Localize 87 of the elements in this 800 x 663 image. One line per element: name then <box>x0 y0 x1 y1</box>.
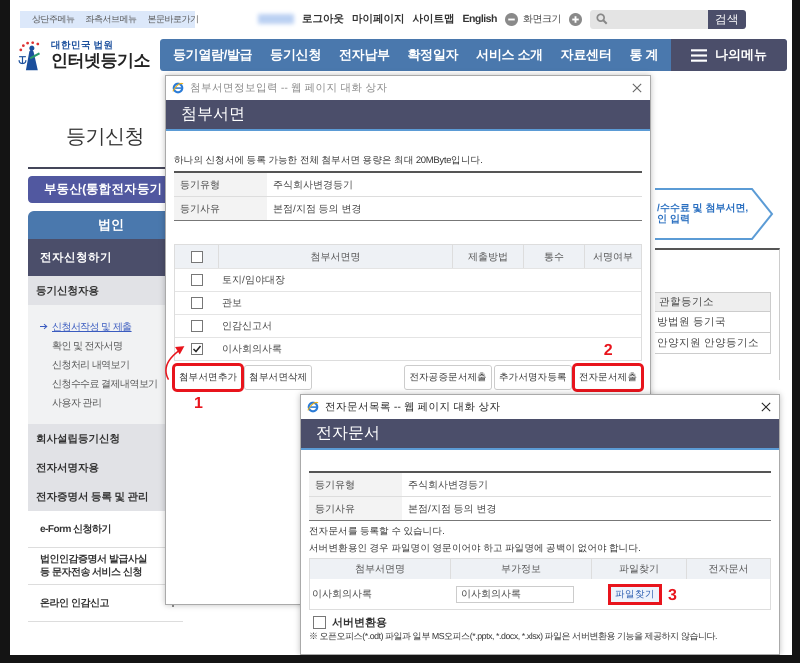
zoom-in-icon[interactable] <box>568 12 582 26</box>
nav-item[interactable]: 서비스 소개 <box>476 46 543 64</box>
step-number: 1 <box>194 396 203 412</box>
step-number: 2 <box>604 343 613 359</box>
logo-subtitle: 대한민국 법원 <box>51 40 115 50</box>
skip-link[interactable]: 본문바로가기 <box>148 12 198 26</box>
column-header: 통수 <box>523 245 584 268</box>
window-title: 첨부서면정보입력 -- 웹 페이지 대화 상자 <box>190 81 389 95</box>
util-link[interactable]: English <box>462 13 497 25</box>
menu-icon <box>691 48 707 62</box>
server-convert-checkbox[interactable] <box>313 616 326 629</box>
dialog-heading: 전자문서 <box>301 419 779 450</box>
info-label: 등기유형 <box>174 173 267 196</box>
dialog-button[interactable]: 전자문서제출 <box>574 365 642 390</box>
logo-title: 인터넷등기소 <box>51 50 150 70</box>
checkbox-label: 서버변환용 <box>332 616 387 630</box>
arrow-icon <box>40 323 48 330</box>
table-cell-text: 이사회의사록 <box>221 343 282 356</box>
window-title: 전자문서목록 -- 웹 페이지 대화 상자 <box>325 400 502 414</box>
dialog-button[interactable]: 추가서명자등록 <box>494 365 572 390</box>
util-link[interactable]: 로그아웃 <box>302 12 344 26</box>
row-checkbox[interactable] <box>190 320 202 332</box>
my-menu-button[interactable]: 나의메뉴 <box>671 39 787 71</box>
step-number: 3 <box>668 588 677 604</box>
column-header: 전자문서 <box>686 559 770 579</box>
notice-text: 하나의 신청서에 등록 가능한 전체 첨부서면 용량은 최대 20MByte입니다. <box>174 154 484 167</box>
nav-item[interactable]: 통 계 <box>629 46 658 64</box>
redacted-name <box>258 14 294 24</box>
submenu-link[interactable]: 사용자 관리 <box>52 396 102 410</box>
search-icon <box>596 13 608 25</box>
search-button[interactable]: 검색 <box>708 10 746 28</box>
note-text: 서버변환용인 경우 파일명이 영문이어야 하고 파일명에 공백이 없어야 합니다. <box>309 542 642 555</box>
dialog-heading: 첨부서면 <box>166 100 650 131</box>
step-text: /수수료 및 첨부서면, 인 입력 <box>657 203 748 225</box>
util-link[interactable]: 사이트맵 <box>412 12 454 26</box>
table-cell-text: 인감신고서 <box>221 320 272 333</box>
sidebar-item[interactable]: 법인인감증명서 발급사실 등 문자전송 서비스 신청 <box>40 553 147 579</box>
table-cell-text: 이사회의사록 <box>311 588 373 602</box>
info-input-field[interactable]: 이사회의사록 <box>456 586 574 602</box>
info-label: 등기유형 <box>309 473 402 496</box>
footnote-text: ※ 오픈오피스(*.odt) 파일과 일부 MS오피스(*.pptx, *.docx, *.xlsx) 파일은 서버변환용 기능을 제공하지 않습니다. <box>309 631 718 643</box>
sidebar-item[interactable]: 온라인 인감신고 <box>40 596 109 610</box>
browser-icon <box>307 401 319 413</box>
nav-item[interactable]: 전자납부 <box>338 46 390 64</box>
skip-link[interactable]: 상단주메뉴 <box>32 12 74 26</box>
submenu-link[interactable]: 신청처리 내역보기 <box>52 358 130 372</box>
search-field[interactable] <box>590 10 708 28</box>
row-checkbox[interactable] <box>190 274 202 286</box>
submenu-link[interactable]: 신청서작성 및 제출 <box>52 320 132 334</box>
dialog-button[interactable]: 첨부서면추가 <box>174 365 242 390</box>
browser-icon <box>172 82 184 94</box>
row-checkbox[interactable] <box>190 297 202 309</box>
note-text: 전자문서를 등록할 수 있습니다. <box>309 525 446 538</box>
info-label: 등기사유 <box>309 497 402 520</box>
info-label: 등기사유 <box>174 197 267 220</box>
zoom-out-icon[interactable] <box>504 12 518 26</box>
nav-item[interactable]: 자료센터 <box>560 46 612 64</box>
dialog-button[interactable]: 첨부서면삭제 <box>244 365 312 390</box>
column-header: 서명여부 <box>584 245 641 268</box>
zoom-label: 화면크기 <box>522 13 561 26</box>
util-link[interactable]: 마이페이지 <box>352 12 404 26</box>
sidebar-item[interactable]: e-Form 신청하기 <box>40 522 112 536</box>
table-header: 관할등기소 <box>655 293 770 311</box>
skip-link[interactable]: 좌측서브메뉴 <box>86 12 136 26</box>
table-cell: 방법원 등기국 <box>655 311 770 332</box>
nav-item[interactable]: 등기열람/발급 <box>172 46 252 64</box>
column-header: 부가정보 <box>450 559 591 579</box>
submenu-link[interactable]: 신청수수료 결제내역보기 <box>52 376 158 390</box>
nav-item[interactable]: 등기신청 <box>270 46 322 64</box>
dialog-button[interactable]: 전자공증문서제출 <box>404 365 492 390</box>
select-all-checkbox[interactable] <box>190 250 202 262</box>
column-header: 파일찾기 <box>591 559 686 579</box>
close-icon[interactable] <box>761 402 771 412</box>
column-header: 첨부서면명 <box>354 563 406 577</box>
info-value: 주식회사변경등기 <box>407 478 489 492</box>
info-value: 본점/지점 등의 변경 <box>407 502 498 516</box>
table-cell: 안양지원 안양등기소 <box>655 332 770 353</box>
info-value: 주식회사변경등기 <box>272 178 354 192</box>
column-header: 제출방법 <box>452 245 523 268</box>
submenu-link[interactable]: 확인 및 전자서명 <box>52 338 122 352</box>
info-value: 본점/지점 등의 변경 <box>272 202 362 216</box>
table-cell-text: 관보 <box>221 297 242 310</box>
nav-item[interactable]: 확정일자 <box>407 46 458 64</box>
file-browse-button[interactable]: 파일찾기 <box>610 586 660 602</box>
table-cell-text: 토지/임야대장 <box>221 274 285 287</box>
row-checkbox[interactable] <box>190 343 202 355</box>
column-header: 첨부서면명 <box>218 245 452 268</box>
